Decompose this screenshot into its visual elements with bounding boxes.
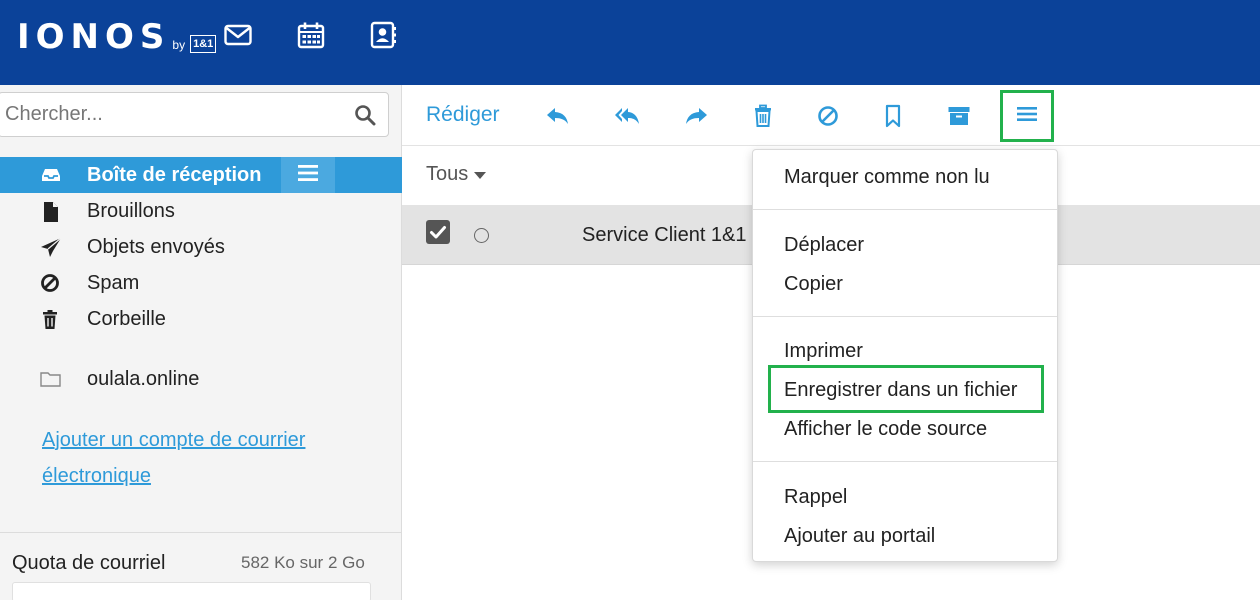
- logo-text: IONOS: [17, 17, 171, 57]
- sidebar-item-label: Objets envoyés: [87, 236, 225, 258]
- paper-plane-icon: [40, 237, 62, 257]
- ban-icon[interactable]: [815, 103, 841, 129]
- reply-icon[interactable]: [545, 103, 571, 129]
- bookmark-icon[interactable]: [880, 103, 906, 129]
- menu-separator: [753, 316, 1057, 317]
- forward-icon[interactable]: [683, 103, 709, 129]
- menu-item-mark-unread[interactable]: Marquer comme non lu: [784, 165, 990, 189]
- sidebar-item-sent[interactable]: Objets envoyés: [0, 229, 402, 265]
- logo-by: by: [172, 38, 186, 52]
- file-icon: [40, 201, 62, 222]
- filter-label: Tous: [426, 163, 469, 185]
- sidebar-item-trash[interactable]: Corbeille: [0, 301, 402, 337]
- divider: [0, 532, 402, 533]
- top-bar: IONOS by 1&1: [0, 0, 1260, 85]
- mail-icon[interactable]: [223, 20, 253, 50]
- folder-menu-button[interactable]: [281, 157, 335, 193]
- mail-sender: Service Client 1&1 I: [582, 224, 758, 246]
- menu-item-reminder[interactable]: Rappel: [784, 485, 847, 509]
- sidebar-item-account[interactable]: oulala.online: [0, 361, 402, 397]
- menu-item-add-to-portal[interactable]: Ajouter au portail: [784, 524, 935, 548]
- ionos-logo[interactable]: IONOS by 1&1: [17, 17, 217, 57]
- sidebar-item-label: Spam: [87, 272, 140, 294]
- sidebar-item-drafts[interactable]: Brouillons: [0, 193, 402, 229]
- trash-icon: [40, 309, 62, 329]
- sidebar-item-spam[interactable]: Spam: [0, 265, 402, 301]
- search-input[interactable]: [5, 93, 335, 136]
- sidebar-item-label: Boîte de réception: [87, 164, 262, 186]
- sidebar: Boîte de réception Brouillons Objets env…: [0, 85, 402, 600]
- quota-value: 582 Ko sur 2 Go: [241, 553, 365, 572]
- reply-all-icon[interactable]: [614, 103, 640, 129]
- quota-label: Quota de courriel: [12, 552, 166, 574]
- inbox-icon: [40, 165, 62, 185]
- search-icon[interactable]: [354, 104, 376, 126]
- menu-item-save-to-file[interactable]: Enregistrer dans un fichier: [784, 378, 1017, 402]
- sidebar-item-label: oulala.online: [87, 368, 200, 390]
- menu-item-copy[interactable]: Copier: [784, 272, 843, 296]
- folder-icon: [40, 369, 62, 389]
- toolbar: Rédiger: [402, 85, 1260, 146]
- archive-icon[interactable]: [946, 103, 972, 129]
- sidebar-item-inbox[interactable]: Boîte de réception: [0, 157, 402, 193]
- search-box: [0, 92, 389, 137]
- contacts-icon[interactable]: [368, 20, 398, 50]
- list-filter-dropdown[interactable]: Tous: [426, 163, 487, 186]
- more-actions-button[interactable]: [1000, 90, 1054, 142]
- menu-icon: [1017, 105, 1037, 128]
- quota-bar: [12, 582, 371, 600]
- menu-icon: [298, 164, 318, 187]
- trash-icon[interactable]: [750, 103, 776, 129]
- menu-item-view-source[interactable]: Afficher le code source: [784, 417, 987, 441]
- add-account-link[interactable]: Ajouter un compte de courrier électroniq…: [42, 422, 342, 494]
- menu-item-print[interactable]: Imprimer: [784, 339, 863, 363]
- ban-icon: [40, 273, 62, 293]
- sidebar-item-label: Brouillons: [87, 200, 175, 222]
- menu-item-move[interactable]: Déplacer: [784, 233, 864, 257]
- unread-toggle-icon[interactable]: [474, 228, 489, 243]
- compose-button[interactable]: Rédiger: [426, 103, 500, 127]
- menu-separator: [753, 209, 1057, 210]
- menu-separator: [753, 461, 1057, 462]
- calendar-icon[interactable]: [296, 20, 326, 50]
- more-actions-menu: Marquer comme non lu Déplacer Copier Imp…: [752, 149, 1058, 562]
- row-checkbox[interactable]: [426, 220, 450, 244]
- chevron-down-icon: [474, 172, 487, 179]
- logo-brand: 1&1: [190, 35, 217, 53]
- sidebar-item-label: Corbeille: [87, 308, 166, 330]
